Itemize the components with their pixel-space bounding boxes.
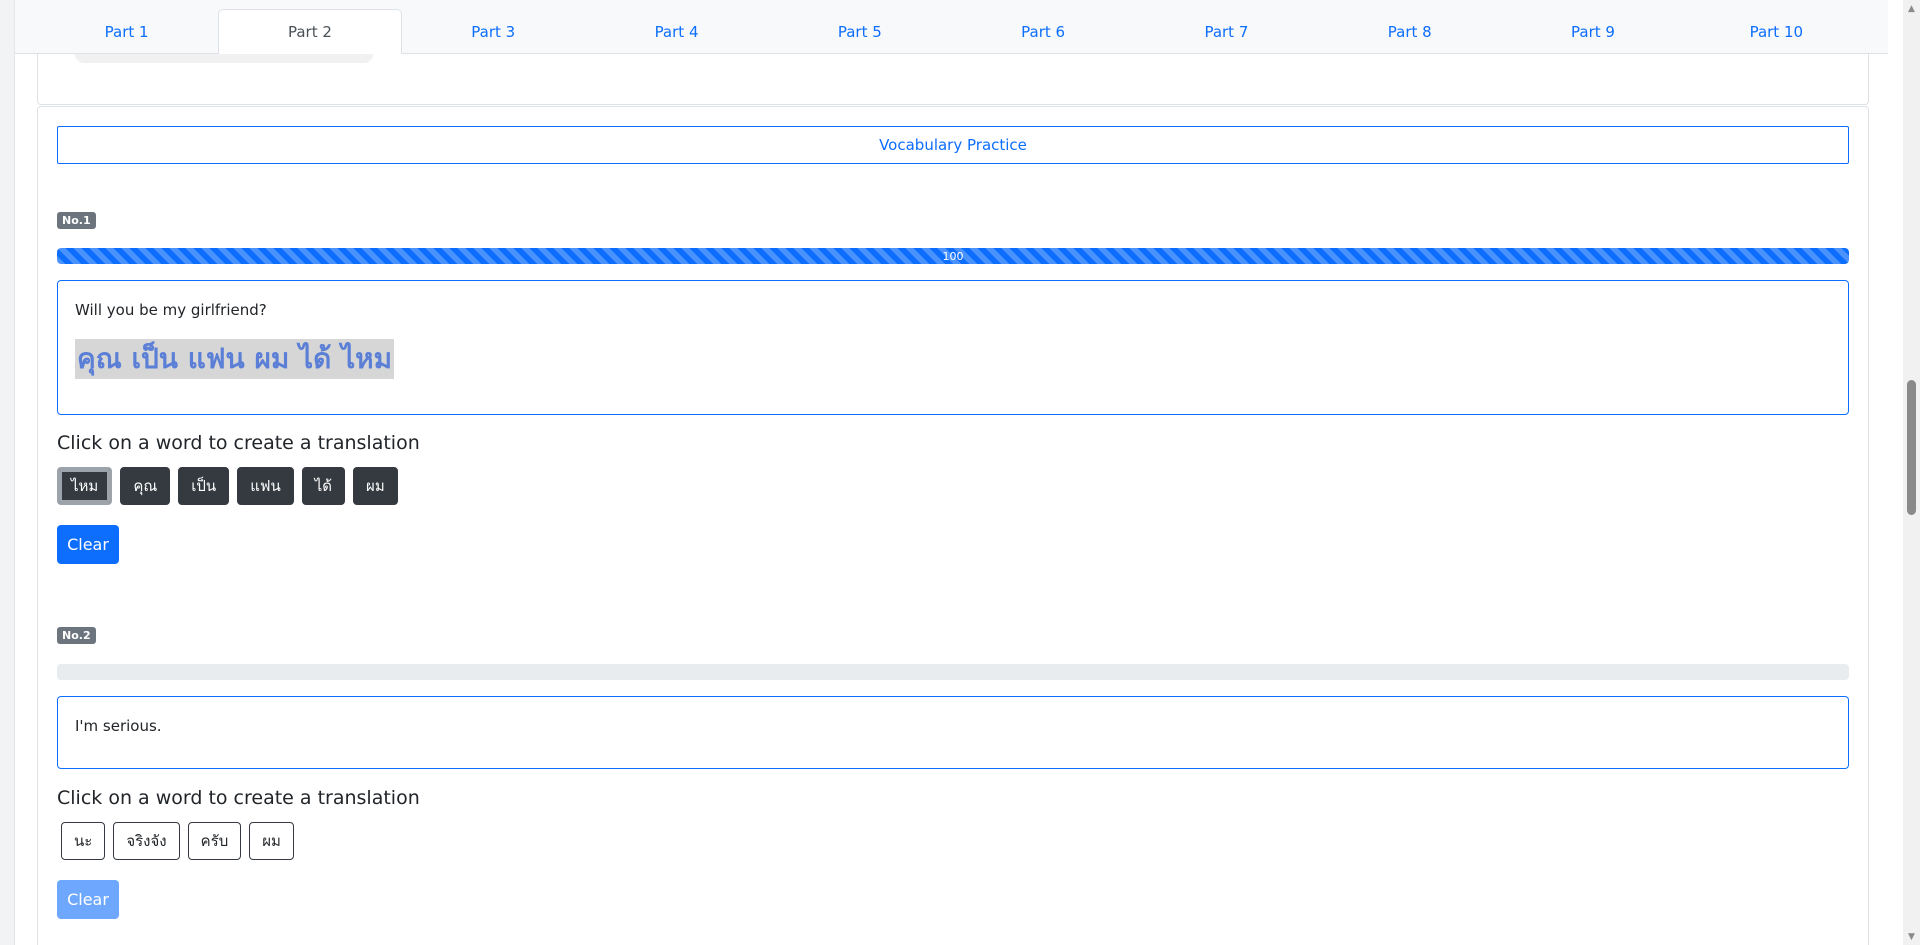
word-button[interactable]: เป็น [178, 467, 230, 505]
tab-part-4[interactable]: Part 4 [585, 9, 768, 53]
translation-answer: คุณ เป็น แฟน ผม ได้ ไหม [75, 339, 395, 379]
scroll-up-arrow-icon[interactable]: ▲ [1903, 0, 1920, 17]
question-progress-bar [57, 664, 1849, 680]
word-button[interactable]: ได้ [301, 467, 346, 505]
word-bank: ไหม คุณ เป็น แฟน ได้ ผม [57, 467, 398, 505]
tab-part-8[interactable]: Part 8 [1318, 9, 1501, 53]
word-bank: นะ จริงจัง ครับ ผม [57, 822, 294, 860]
word-button[interactable]: ผม [353, 467, 398, 505]
tab-part-7[interactable]: Part 7 [1135, 9, 1318, 53]
clear-button[interactable]: Clear [57, 525, 119, 564]
scrollbar-thumb[interactable] [1907, 380, 1916, 515]
question-number-badge: No.2 [57, 627, 96, 644]
previous-card-pill [75, 54, 373, 63]
tab-part-5[interactable]: Part 5 [768, 9, 951, 53]
part-tabs: Part 1 Part 2 Part 3 Part 4 Part 5 Part … [15, 0, 1888, 54]
question-box: I'm serious. [57, 696, 1849, 769]
word-button[interactable]: ไหม [57, 467, 113, 505]
question-box: Will you be my girlfriend? คุณ เป็น แฟน … [57, 280, 1849, 415]
progress-fill: 100 [57, 248, 1849, 264]
tab-part-9[interactable]: Part 9 [1501, 9, 1684, 53]
word-button[interactable]: คุณ [120, 467, 171, 505]
instruction-text: Click on a word to create a translation [57, 432, 420, 454]
left-edge-strip [0, 0, 15, 945]
tab-part-2[interactable]: Part 2 [218, 9, 402, 54]
word-button[interactable]: จริงจัง [113, 822, 180, 860]
tab-part-1[interactable]: Part 1 [35, 9, 218, 53]
scroll-down-arrow-icon[interactable]: ▼ [1903, 928, 1920, 945]
word-button[interactable]: ผม [249, 822, 294, 860]
tab-part-10[interactable]: Part 10 [1685, 9, 1868, 53]
word-button[interactable]: นะ [61, 822, 106, 860]
page-scrollbar[interactable]: ▲ ▼ [1903, 0, 1920, 945]
vocabulary-practice-button[interactable]: Vocabulary Practice [57, 126, 1849, 164]
tab-part-6[interactable]: Part 6 [951, 9, 1134, 53]
question-progress-bar: 100 [57, 248, 1849, 264]
clear-button[interactable]: Clear [57, 880, 119, 919]
practice-card [37, 106, 1869, 945]
instruction-text: Click on a word to create a translation [57, 787, 420, 809]
word-button[interactable]: แฟน [237, 467, 294, 505]
english-sentence: I'm serious. [75, 717, 162, 735]
tab-part-3[interactable]: Part 3 [402, 9, 585, 53]
question-number-badge: No.1 [57, 212, 96, 229]
english-sentence: Will you be my girlfriend? [75, 301, 267, 319]
word-button[interactable]: ครับ [187, 822, 242, 860]
